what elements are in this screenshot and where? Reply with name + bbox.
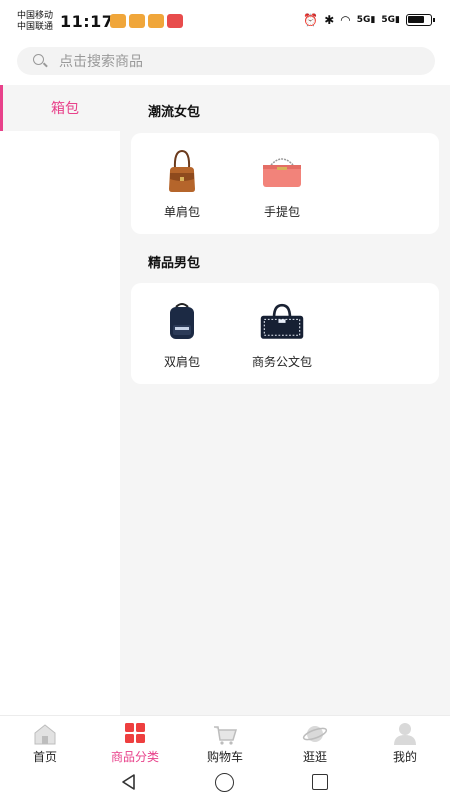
shoulder-bag-icon <box>159 149 205 195</box>
handbag-icon <box>259 149 305 195</box>
sidebar-item-label: 箱包 <box>51 101 79 117</box>
product-card: 单肩包 手提包 <box>131 133 439 234</box>
alarm-icon: ⏰ <box>303 13 319 27</box>
search-input[interactable]: 点击搜索商品 <box>17 47 435 75</box>
tab-cart[interactable]: 购物车 <box>180 716 270 765</box>
tab-label: 购物车 <box>206 750 243 764</box>
signal-icon: 5G▮ <box>356 15 376 25</box>
product-name: 单肩包 <box>163 205 200 219</box>
app-notification-icon <box>167 14 183 28</box>
backpack-icon <box>159 299 205 345</box>
carrier-2: 中国联通 <box>17 22 54 32</box>
planet-icon <box>302 722 328 746</box>
app-notification-icon <box>110 14 126 28</box>
wifi-icon: ◠ <box>340 13 351 27</box>
category-icon <box>122 722 148 746</box>
system-nav-bar <box>0 765 450 800</box>
carrier-info: 中国移动 中国联通 <box>17 11 53 33</box>
recent-apps-icon[interactable] <box>312 774 328 790</box>
product-card: 双肩包 商务公文包 <box>131 283 439 384</box>
home-button-icon[interactable] <box>215 773 234 792</box>
product-item-shoulder-bag[interactable]: 单肩包 <box>132 133 232 234</box>
product-item-briefcase[interactable]: 商务公文包 <box>232 283 332 384</box>
tab-explore[interactable]: 逛逛 <box>270 716 360 765</box>
status-bar: 中国移动 中国联通 11:17 ⏰ ✱ ◠ 5G▮ 5G▮ <box>0 0 450 40</box>
search-icon <box>33 54 47 68</box>
back-icon[interactable] <box>120 773 138 791</box>
app-notification-icon <box>129 14 145 28</box>
battery-icon <box>406 14 435 26</box>
tab-home[interactable]: 首页 <box>0 716 90 765</box>
product-name: 商务公文包 <box>251 355 312 369</box>
home-icon <box>32 722 58 746</box>
category-content: 潮流女包 单肩包 手提包 精品男包 双肩包 商务公文包 <box>120 85 450 715</box>
category-sidebar: 箱包 <box>0 85 120 715</box>
tab-profile[interactable]: 我的 <box>360 716 450 765</box>
notification-icons <box>110 14 183 28</box>
carrier-1: 中国移动 <box>17 11 54 21</box>
tab-label: 我的 <box>392 750 417 764</box>
section-title: 精品男包 <box>148 256 201 271</box>
search-bar: 点击搜索商品 <box>0 40 450 85</box>
tab-label: 逛逛 <box>302 750 327 764</box>
active-indicator <box>0 85 3 131</box>
clock: 11:17 <box>60 12 114 31</box>
bluetooth-icon: ✱ <box>324 13 335 27</box>
user-icon <box>392 722 418 746</box>
product-name: 手提包 <box>263 205 300 219</box>
signal-icon: 5G▮ <box>381 15 400 25</box>
tab-categories[interactable]: 商品分类 <box>90 716 180 765</box>
app-notification-icon <box>148 14 164 28</box>
sidebar-item-bags[interactable]: 箱包 <box>0 85 120 131</box>
product-name: 双肩包 <box>163 355 200 369</box>
tab-label: 商品分类 <box>110 750 159 764</box>
bottom-tab-bar: 首页 商品分类 购物车 逛逛 我的 <box>0 715 450 765</box>
briefcase-icon <box>259 299 305 345</box>
tab-label: 首页 <box>32 750 57 764</box>
system-icons: ⏰ ✱ ◠ 5G▮ 5G▮ <box>303 13 435 27</box>
product-item-handbag[interactable]: 手提包 <box>232 133 332 234</box>
section-title: 潮流女包 <box>148 105 201 120</box>
search-placeholder: 点击搜索商品 <box>59 54 143 70</box>
product-item-backpack[interactable]: 双肩包 <box>132 283 232 384</box>
cart-icon <box>212 722 238 746</box>
